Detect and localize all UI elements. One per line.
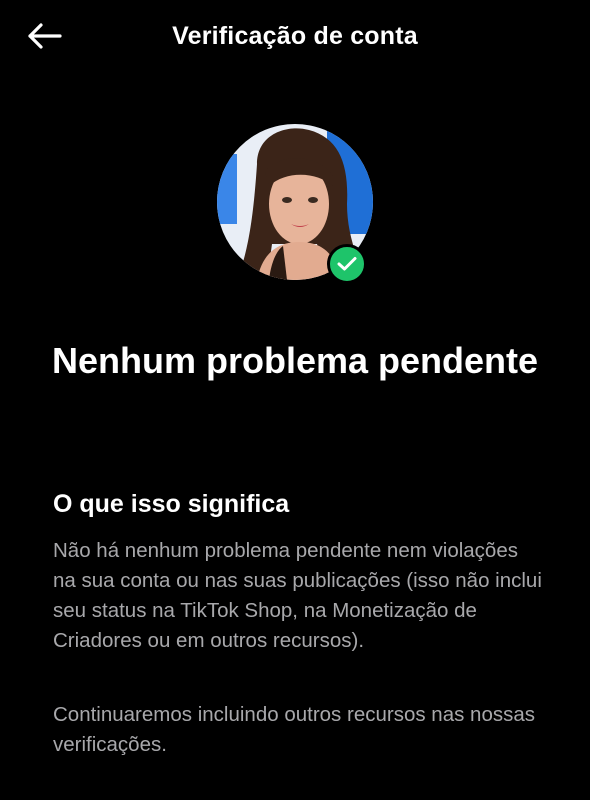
top-bar: Verificação de conta [0,0,590,72]
page-title: Verificação de conta [172,22,418,50]
back-button[interactable] [22,14,66,58]
info-paragraph-1: Não há nenhum problema pendente nem viol… [53,539,542,652]
info-paragraph-2: Continuaremos incluindo outros recursos … [53,703,536,756]
status-headline: Nenhum problema pendente [51,340,539,381]
section-title: O que isso significa [53,490,290,518]
arrow-left-icon [28,23,62,49]
avatar-container [217,124,373,284]
verified-badge [327,244,367,284]
check-icon [337,257,357,271]
